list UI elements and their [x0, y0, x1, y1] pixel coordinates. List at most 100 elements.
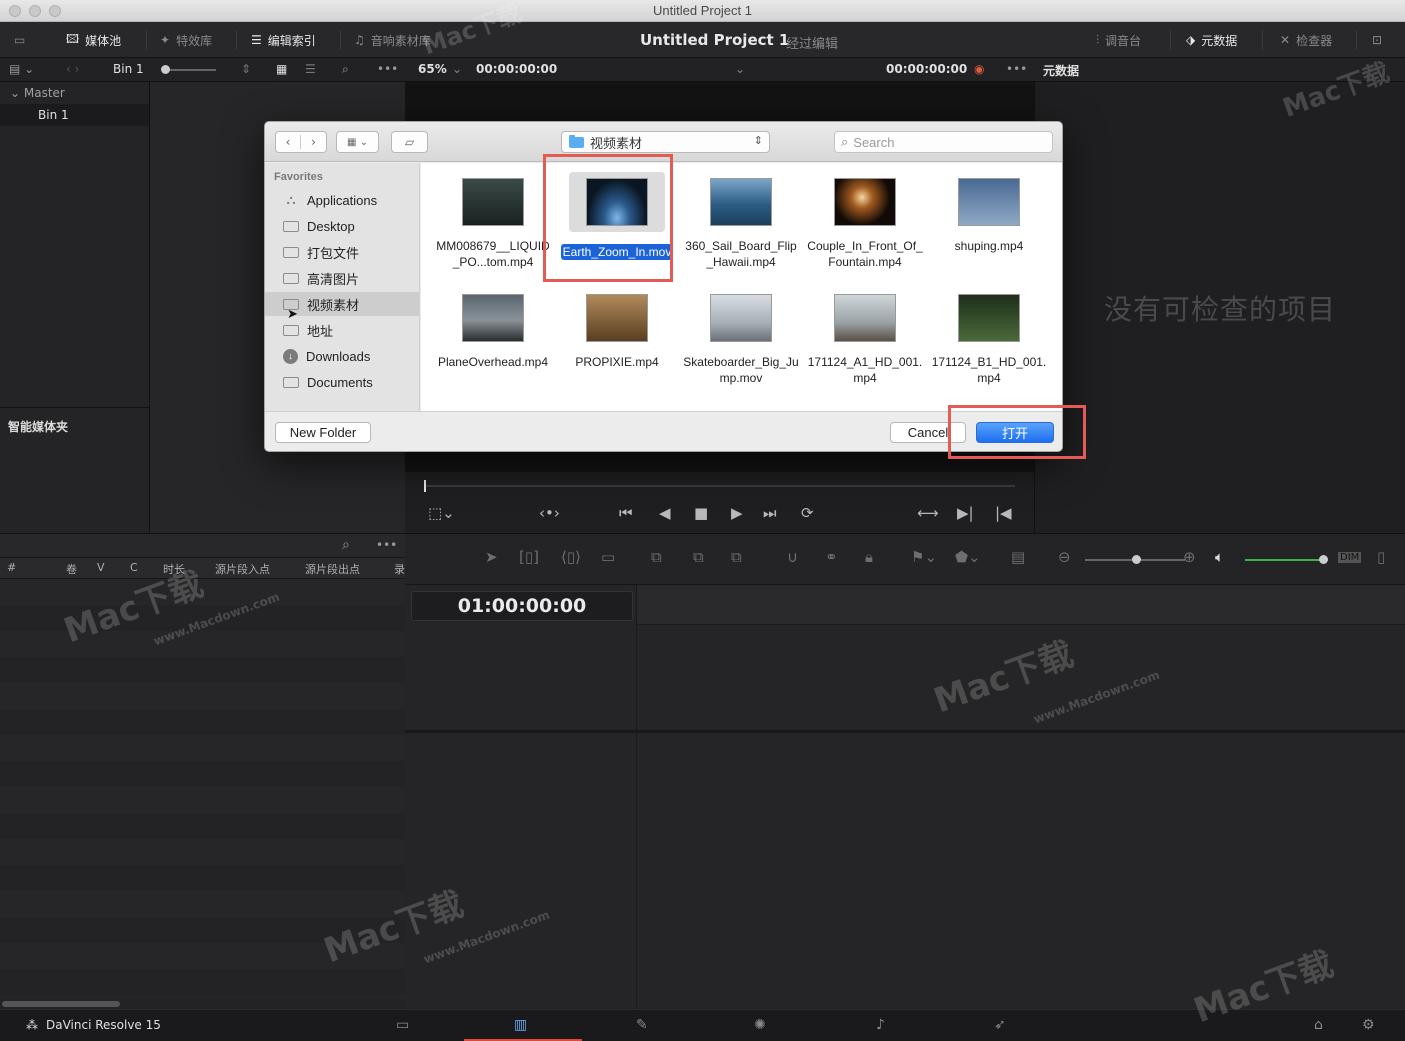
replace-clip-icon[interactable]: ⧉: [731, 548, 742, 566]
mixer-button[interactable]: ⫶ 调音台: [1096, 30, 1141, 50]
insert-clip-icon[interactable]: ⧉: [651, 548, 662, 566]
collapse-icon[interactable]: ⊡: [1372, 30, 1382, 50]
volume-icon[interactable]: 🔈︎: [1215, 548, 1224, 566]
panel-toggle-icon[interactable]: ▤ ⌄: [9, 62, 34, 76]
column-header[interactable]: 源片段入点: [215, 561, 270, 577]
next-edit-icon[interactable]: ▶|: [957, 504, 974, 522]
file-item[interactable]: 171124_B1_HD_001.mp4: [927, 294, 1051, 386]
audio-meter-icon[interactable]: ▯: [1377, 548, 1385, 566]
sidebar-item-applications[interactable]: ⛬ Applications: [265, 188, 419, 212]
slider-knob[interactable]: [161, 65, 170, 74]
crop-icon[interactable]: ⬚⌄: [428, 504, 455, 522]
home-icon[interactable]: ⌂: [1314, 1017, 1323, 1033]
column-header[interactable]: V: [97, 561, 105, 574]
viewer-playhead[interactable]: [424, 480, 426, 492]
jog-icon[interactable]: ‹•›: [539, 504, 560, 522]
file-item[interactable]: Couple_In_Front_Of_Fountain.mp4: [803, 178, 927, 270]
color-page-icon[interactable]: ✺: [754, 1017, 766, 1033]
sidebar-item-downloads[interactable]: ↓ Downloads: [265, 344, 419, 368]
blade-tool-icon[interactable]: ▭: [601, 548, 615, 566]
column-header[interactable]: 时长: [163, 561, 185, 577]
file-item[interactable]: 171124_A1_HD_001.mp4: [803, 294, 927, 386]
edit-page-icon[interactable]: ▥: [514, 1017, 527, 1033]
file-item[interactable]: shuping.mp4: [927, 178, 1051, 254]
go-to-start-icon[interactable]: ⏮: [619, 504, 633, 522]
search-icon[interactable]: ⌕: [342, 537, 350, 553]
viewer-zoom[interactable]: 65%: [418, 62, 447, 76]
metadata-button[interactable]: ⬗ 元数据: [1186, 30, 1237, 50]
fairlight-page-icon[interactable]: ♪: [876, 1017, 885, 1033]
loop-icon[interactable]: ⟳: [801, 504, 814, 522]
flag-icon[interactable]: ⚑⌄: [911, 548, 937, 566]
sidebar-item-documents[interactable]: Documents: [265, 370, 419, 394]
sound-library-button[interactable]: ♫ 音响素材库: [354, 30, 431, 50]
column-header[interactable]: #: [7, 561, 16, 574]
list-view-icon[interactable]: ☰: [305, 62, 316, 76]
play-icon[interactable]: ▶: [731, 504, 743, 522]
column-header[interactable]: 源片段出点: [305, 561, 360, 577]
slider-knob[interactable]: [1319, 555, 1328, 564]
file-item[interactable]: Skateboarder_Big_Jump.mov: [679, 294, 803, 386]
color-wheel-icon[interactable]: ◉: [974, 62, 984, 76]
match-frame-icon[interactable]: ⟷: [917, 504, 939, 522]
file-item[interactable]: MM008679__LIQUID_PO...tom.mp4: [431, 178, 555, 270]
column-header[interactable]: 卷: [66, 561, 77, 577]
sidebar-item-folder[interactable]: 打包文件: [265, 240, 419, 264]
effects-library-button[interactable]: ✦ 特效库: [160, 30, 212, 50]
more-options-icon[interactable]: •••: [1006, 62, 1027, 76]
link-icon[interactable]: ⚭: [825, 548, 838, 566]
snapping-icon[interactable]: ∪: [787, 548, 798, 566]
marker-icon[interactable]: ⬟⌄: [955, 548, 981, 566]
grid-view-icon[interactable]: ▦: [276, 62, 287, 76]
volume-slider[interactable]: [1245, 559, 1325, 561]
path-popup[interactable]: 视频素材 ⇕: [561, 131, 770, 153]
zoom-out-icon[interactable]: ⊖: [1058, 548, 1071, 566]
thumbnail-size-slider[interactable]: [162, 69, 216, 71]
workspace-icon[interactable]: ▭: [14, 30, 25, 50]
stop-icon[interactable]: ■: [694, 504, 708, 522]
column-header[interactable]: C: [130, 561, 138, 574]
zoom-in-icon[interactable]: ⊕: [1183, 548, 1196, 566]
new-folder-button[interactable]: New Folder: [275, 422, 371, 443]
chevron-down-icon[interactable]: ⌄: [735, 62, 745, 76]
forward-icon[interactable]: ›: [301, 135, 326, 149]
inspector-button[interactable]: ✕ 检查器: [1280, 30, 1332, 50]
horizontal-scrollbar[interactable]: [2, 1001, 120, 1007]
back-icon[interactable]: ‹: [276, 135, 302, 149]
lock-icon[interactable]: 🔒︎: [865, 548, 873, 566]
video-audio-divider[interactable]: [405, 730, 1405, 733]
file-item[interactable]: PROPIXIE.mp4: [555, 294, 679, 370]
slider-knob[interactable]: [1132, 555, 1141, 564]
prev-edit-icon[interactable]: |◀: [995, 504, 1012, 522]
file-item[interactable]: 360_Sail_Board_Flip_Hawaii.mp4: [679, 178, 803, 270]
dim-button[interactable]: DIM: [1338, 552, 1362, 563]
view-options-button[interactable]: ▦ ⌄: [336, 131, 379, 153]
sort-icon[interactable]: ⇕: [241, 62, 251, 76]
search-icon[interactable]: ⌕: [342, 62, 349, 77]
back-forward-buttons[interactable]: ‹ ›: [275, 131, 327, 153]
back-forward-icon[interactable]: ‹ ›: [66, 62, 79, 76]
new-folder-icon[interactable]: ▱: [391, 131, 428, 153]
timeline-ruler[interactable]: [637, 585, 1405, 625]
column-header[interactable]: 录: [394, 561, 405, 577]
bin-item-bin1[interactable]: Bin 1: [0, 104, 149, 126]
sidebar-item-folder[interactable]: 高清图片: [265, 266, 419, 290]
more-options-icon[interactable]: •••: [377, 62, 398, 76]
settings-gear-icon[interactable]: ⚙: [1362, 1017, 1375, 1033]
edit-index-button[interactable]: ☰ 编辑索引: [251, 30, 316, 50]
selection-tool-icon[interactable]: ➤: [485, 548, 498, 566]
fusion-page-icon[interactable]: ✎: [636, 1017, 648, 1033]
media-pool-button[interactable]: 🖾 媒体池: [66, 30, 121, 50]
go-to-end-icon[interactable]: ⏭: [763, 504, 777, 522]
sidebar-item-desktop[interactable]: Desktop: [265, 214, 419, 238]
bin-master[interactable]: ⌄ Master: [0, 82, 149, 104]
media-page-icon[interactable]: ▭: [396, 1017, 409, 1033]
chevron-down-icon[interactable]: ⌄: [452, 62, 462, 76]
track-height-icon[interactable]: ▤: [1011, 548, 1025, 566]
overwrite-clip-icon[interactable]: ⧉: [693, 548, 704, 566]
deliver-page-icon[interactable]: ➶: [994, 1017, 1006, 1033]
search-input[interactable]: ⌕ Search: [834, 131, 1053, 153]
file-item[interactable]: PlaneOverhead.mp4: [431, 294, 555, 370]
trim-tool-icon[interactable]: [▯]: [519, 548, 539, 566]
viewer-scrubber[interactable]: [425, 485, 1015, 487]
